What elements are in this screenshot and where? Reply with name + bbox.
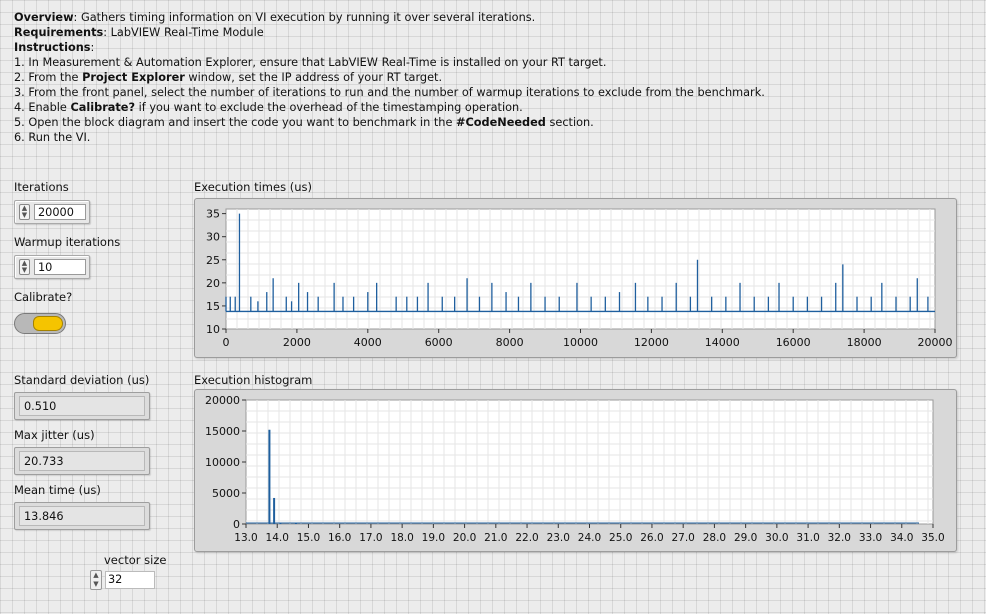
y-tick-label: 20 (206, 277, 220, 290)
execution-times-graph[interactable]: 10 15 20 25 30 35 0 2000 4000 6000 8000 10000 12000 1… (194, 198, 957, 358)
y-tick-label: 15000 (205, 425, 240, 438)
instruction-step-5: 5. Open the block diagram and insert the… (14, 116, 594, 129)
y-tick-label: 10 (206, 323, 220, 336)
x-tick-label: 6000 (425, 336, 453, 349)
vector-size-increment-decrement[interactable]: ▲ ▼ (90, 570, 102, 590)
y-tick-label: 0 (233, 518, 240, 531)
x-tick-label: 14.0 (266, 532, 289, 544)
instructions-text: Overview: Gathers timing information on … (14, 10, 765, 145)
execution-histogram-plot: 0 5000 10000 15000 20000 13.0 14.0 15.0 16.0 17.0… (205, 394, 945, 544)
x-tick-label: 21.0 (484, 532, 507, 544)
x-tick-label: 33.0 (859, 532, 882, 544)
x-tick-label: 8000 (496, 336, 524, 349)
x-tick-label: 27.0 (671, 532, 694, 544)
plot-area (245, 399, 934, 525)
execution-histogram-graph[interactable]: 0 5000 10000 15000 20000 13.0 14.0 15.0 16.0 17.0… (194, 389, 957, 552)
x-tick-label: 29.0 (734, 532, 757, 544)
mean-value: 13.846 (19, 506, 145, 526)
requirements-label: Requirements (14, 26, 104, 39)
mean-label: Mean time (us) (14, 483, 101, 497)
overview-label: Overview (14, 11, 74, 24)
histogram-bar (279, 522, 282, 524)
vector-size-label: vector size (104, 553, 167, 567)
calibrate-toggle-knob (33, 316, 63, 331)
stddev-label: Standard deviation (us) (14, 373, 150, 387)
instruction-step-3: 3. From the front panel, select the numb… (14, 86, 765, 99)
x-tick-label: 15.0 (297, 532, 320, 544)
x-tick-label: 14000 (705, 336, 740, 349)
x-tick-label: 17.0 (359, 532, 382, 544)
overview-text: : Gathers timing information on VI execu… (73, 11, 536, 24)
x-tick-label: 23.0 (547, 532, 570, 544)
calibrate-label: Calibrate? (14, 290, 73, 304)
mean-indicator: 13.846 (14, 502, 150, 530)
x-tick-label: 16000 (776, 336, 811, 349)
requirements-text: : LabVIEW Real-Time Module (103, 26, 264, 39)
warmup-label: Warmup iterations (14, 235, 121, 249)
histogram-bar (273, 497, 276, 524)
instruction-step-6: 6. Run the VI. (14, 131, 91, 144)
execution-times-title: Execution times (us) (194, 180, 312, 194)
iterations-label: Iterations (14, 180, 69, 194)
x-tick-label: 2000 (283, 336, 311, 349)
instruction-step-2: 2. From the Project Explorer window, set… (14, 71, 443, 84)
x-tick-label: 20.0 (453, 532, 476, 544)
instructions-label: Instructions (14, 41, 91, 54)
iterations-control: ▲ ▼ 20000 (14, 200, 90, 224)
instructions-colon: : (90, 41, 95, 54)
warmup-input[interactable]: 10 (34, 259, 86, 275)
x-tick-label: 12000 (634, 336, 669, 349)
x-tick-label: 31.0 (796, 532, 819, 544)
stddev-indicator: 0.510 (14, 392, 150, 420)
maxjitter-label: Max jitter (us) (14, 428, 95, 442)
x-tick-label: 34.0 (890, 532, 913, 544)
maxjitter-value: 20.733 (19, 451, 145, 471)
execution-histogram-title: Execution histogram (194, 373, 313, 387)
x-tick-label: 32.0 (828, 532, 851, 544)
x-tick-label: 10000 (563, 336, 598, 349)
y-tick-label: 10000 (205, 456, 240, 469)
y-tick-label: 15 (206, 300, 220, 313)
y-tick-label: 5000 (212, 487, 240, 500)
x-tick-label: 19.0 (422, 532, 445, 544)
vector-size-control: ▲ ▼ 32 (90, 570, 156, 590)
warmup-increment-decrement[interactable]: ▲ ▼ (19, 259, 30, 275)
x-tick-label: 22.0 (515, 532, 538, 544)
x-tick-label: 18000 (847, 336, 882, 349)
x-tick-label: 18.0 (390, 532, 413, 544)
maxjitter-indicator: 20.733 (14, 447, 150, 475)
execution-times-plot: 10 15 20 25 30 35 0 2000 4000 6000 8000 10000 12000 1… (206, 208, 953, 349)
x-tick-label: 28.0 (703, 532, 726, 544)
y-tick-label: 25 (206, 254, 220, 267)
histogram-bar (268, 429, 271, 524)
x-tick-label: 0 (223, 336, 230, 349)
x-tick-label: 16.0 (328, 532, 351, 544)
x-tick-label: 4000 (354, 336, 382, 349)
iterations-increment-decrement[interactable]: ▲ ▼ (19, 204, 30, 220)
x-tick-label: 26.0 (640, 532, 663, 544)
calibrate-toggle[interactable] (14, 313, 66, 334)
x-tick-label: 13.0 (234, 532, 257, 544)
y-tick-label: 35 (206, 208, 220, 221)
x-tick-label: 35.0 (921, 532, 944, 544)
iterations-input[interactable]: 20000 (34, 204, 86, 220)
instruction-step-1: 1. In Measurement & Automation Explorer,… (14, 56, 607, 69)
y-tick-label: 20000 (205, 394, 240, 407)
x-tick-label: 30.0 (765, 532, 788, 544)
x-tick-label: 20000 (918, 336, 953, 349)
warmup-control: ▲ ▼ 10 (14, 255, 90, 279)
instruction-step-4: 4. Enable Calibrate? if you want to excl… (14, 101, 523, 114)
x-tick-label: 24.0 (578, 532, 601, 544)
stddev-value: 0.510 (19, 396, 145, 416)
x-tick-label: 25.0 (609, 532, 632, 544)
vector-size-input[interactable]: 32 (105, 571, 155, 589)
y-tick-label: 30 (206, 231, 220, 244)
